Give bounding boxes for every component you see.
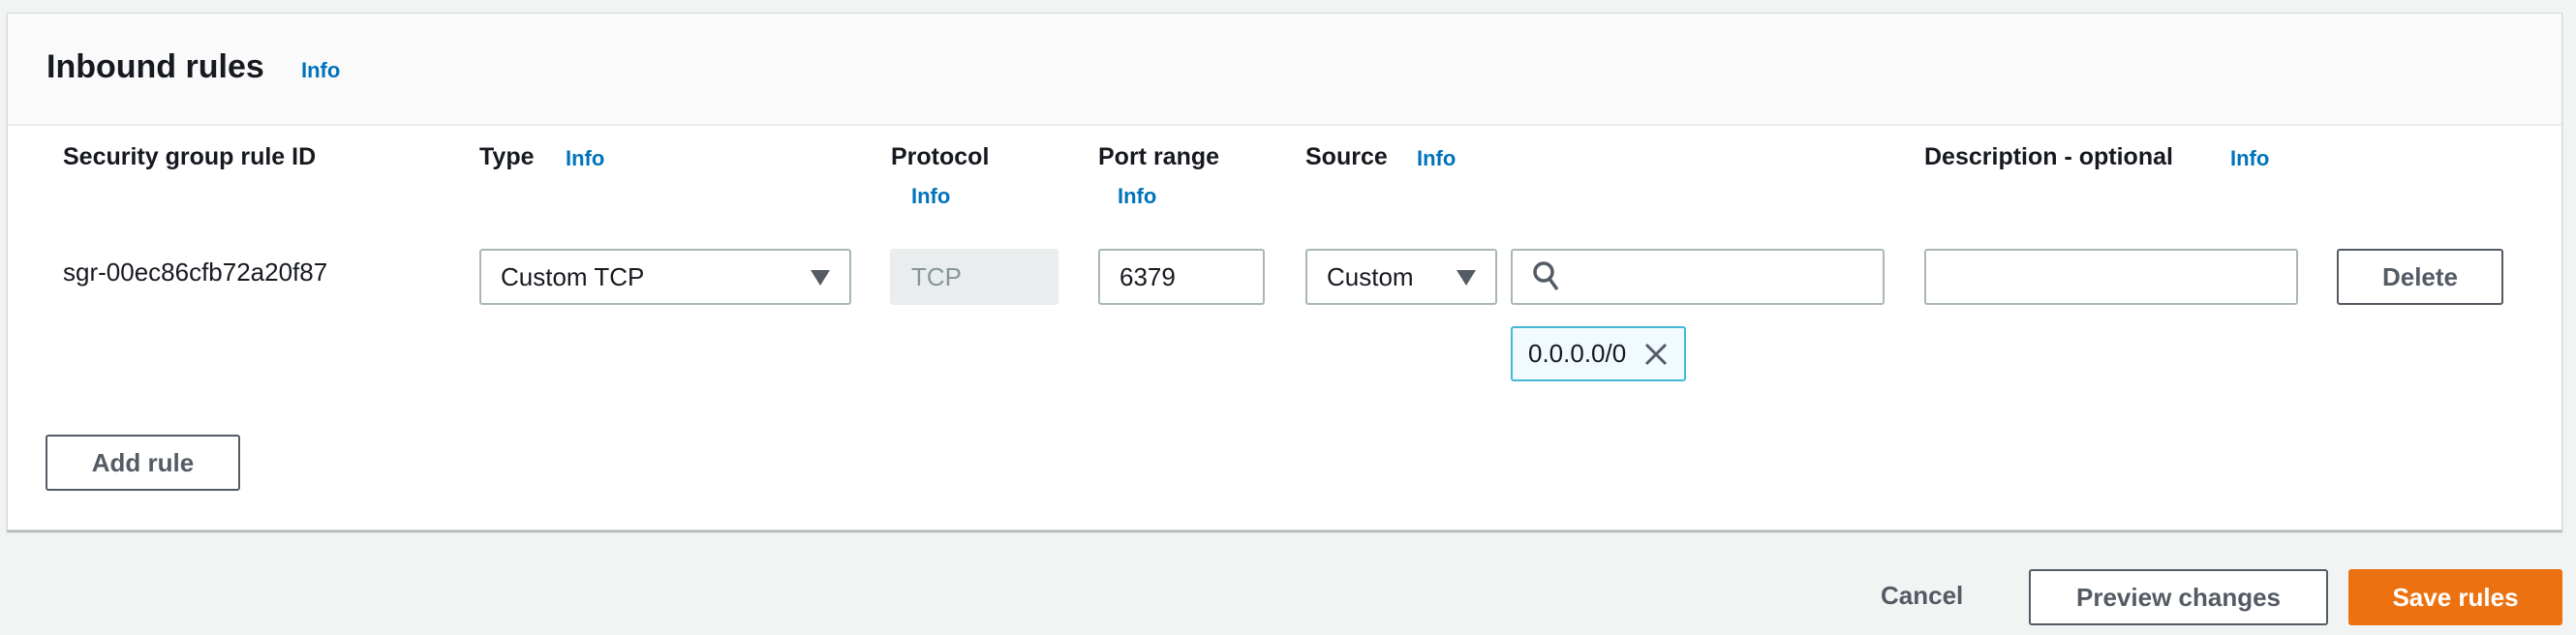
col-description: Description - optional — [1924, 143, 2173, 170]
preview-changes-button[interactable]: Preview changes — [2029, 569, 2328, 625]
col-protocol: Protocol — [891, 143, 990, 170]
add-rule-button[interactable]: Add rule — [46, 435, 240, 491]
protocol-info-link[interactable]: Info — [911, 184, 950, 209]
save-rules-button[interactable]: Save rules — [2348, 569, 2562, 625]
port-range-input[interactable]: 6379 — [1098, 249, 1265, 305]
panel-header: Inbound rules Info — [8, 14, 2561, 126]
cancel-button[interactable]: Cancel — [1881, 581, 1963, 611]
source-info-link[interactable]: Info — [1417, 146, 1456, 171]
protocol-value: TCP — [911, 261, 962, 291]
close-icon[interactable] — [1643, 342, 1669, 367]
caret-down-icon — [811, 270, 830, 286]
col-port-range: Port range — [1098, 143, 1220, 170]
description-info-link[interactable]: Info — [2230, 146, 2269, 171]
rule-id: sgr-00ec86cfb72a20f87 — [63, 257, 328, 287]
protocol-field: TCP — [890, 249, 1058, 305]
description-input[interactable] — [1924, 249, 2298, 305]
type-info-link[interactable]: Info — [566, 146, 604, 171]
source-token: 0.0.0.0/0 — [1511, 326, 1687, 381]
caret-down-icon — [1457, 270, 1476, 286]
col-type: Type — [479, 143, 535, 170]
source-type-value: Custom — [1327, 261, 1414, 291]
port-range-value: 6379 — [1119, 261, 1176, 291]
port-range-info-link[interactable]: Info — [1118, 184, 1156, 209]
source-search-input[interactable] — [1511, 249, 1885, 305]
panel-info-link[interactable]: Info — [301, 58, 340, 83]
type-value: Custom TCP — [501, 261, 645, 291]
delete-rule-button[interactable]: Delete — [2337, 249, 2503, 305]
panel-title: Inbound rules — [46, 48, 264, 85]
source-token-label: 0.0.0.0/0 — [1528, 339, 1627, 368]
type-select[interactable]: Custom TCP — [479, 249, 851, 305]
col-rule-id: Security group rule ID — [63, 143, 317, 170]
col-source: Source — [1305, 143, 1388, 170]
inbound-rules-panel: Inbound rules Info Security group rule I… — [7, 13, 2562, 530]
search-icon — [1533, 261, 1559, 291]
source-type-select[interactable]: Custom — [1305, 249, 1497, 305]
